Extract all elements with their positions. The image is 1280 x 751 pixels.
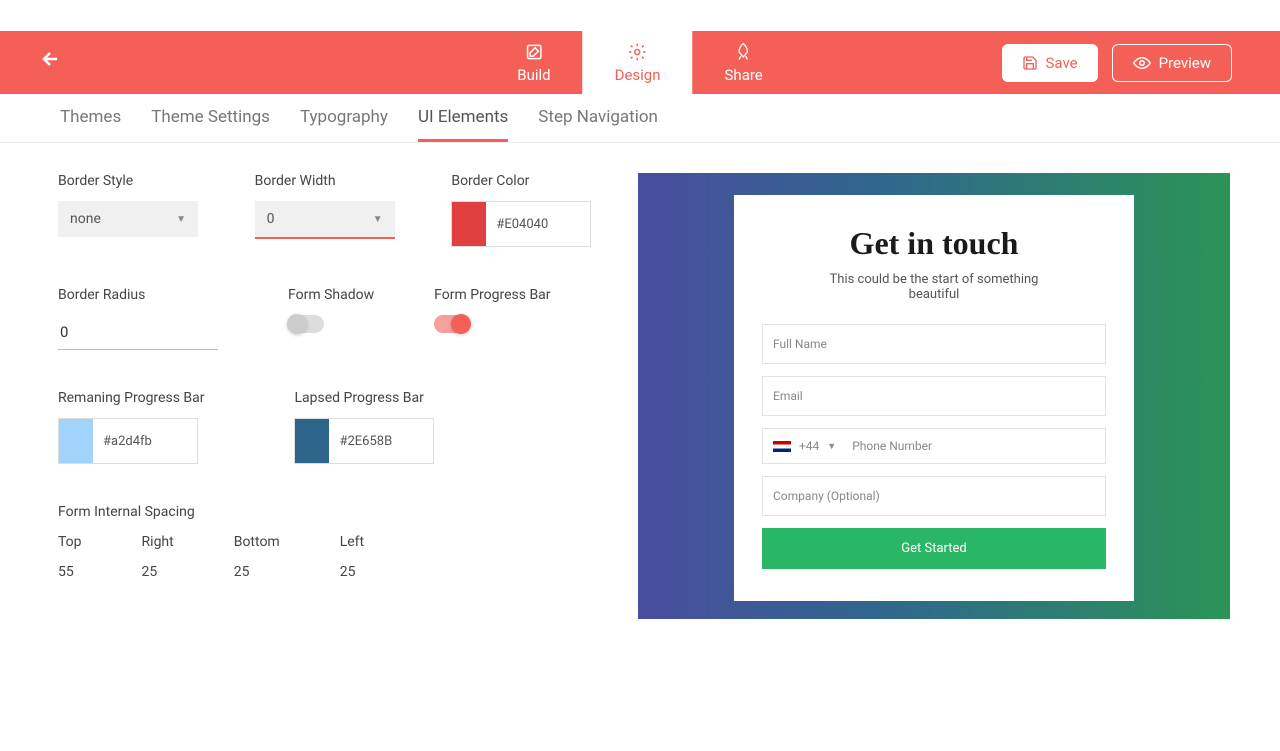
spacing-top-value[interactable]: 55	[58, 564, 82, 580]
form-progress-toggle[interactable]	[434, 315, 470, 333]
lapsed-hex: #2E658B	[329, 434, 402, 449]
border-radius-label: Border Radius	[58, 287, 228, 303]
spacing-bottom-label: Bottom	[234, 534, 280, 550]
email-field[interactable]: Email	[762, 376, 1106, 416]
form-preview: Get in touch This could be the start of …	[638, 173, 1230, 619]
preview-label: Preview	[1159, 54, 1211, 72]
chevron-down-icon: ▼	[827, 441, 836, 452]
tab-design[interactable]: Design	[583, 31, 693, 94]
form-shadow-toggle[interactable]	[288, 315, 324, 333]
save-label: Save	[1046, 54, 1078, 72]
phone-placeholder: Phone Number	[852, 439, 932, 453]
form-title: Get in touch	[762, 225, 1106, 262]
back-button[interactable]	[40, 47, 68, 78]
top-actions: Save Preview	[1002, 44, 1233, 82]
get-started-button[interactable]: Get Started	[762, 528, 1106, 569]
content: Border Style none ▼ Border Width 0 ▼ Bor…	[0, 143, 1280, 619]
spacing-title: Form Internal Spacing	[58, 504, 618, 520]
spacing-right-label: Right	[142, 534, 174, 550]
lapsed-color-field[interactable]: #2E658B	[294, 418, 434, 464]
eye-icon	[1133, 54, 1151, 72]
lapsed-swatch	[295, 419, 329, 463]
dial-code: +44	[799, 439, 819, 453]
tab-build-label: Build	[517, 66, 550, 84]
remaining-color-field[interactable]: #a2d4fb	[58, 418, 198, 464]
remaining-progress-label: Remaning Progress Bar	[58, 390, 204, 406]
company-field[interactable]: Company (Optional)	[762, 476, 1106, 516]
chevron-down-icon: ▼	[373, 214, 383, 225]
border-color-hex: #E04040	[486, 217, 558, 232]
remaining-swatch	[59, 419, 93, 463]
form-progress-label: Form Progress Bar	[434, 287, 550, 303]
subtab-ui-elements[interactable]: UI Elements	[418, 107, 508, 142]
border-style-value: none	[70, 211, 101, 227]
spacing-bottom-value[interactable]: 25	[234, 564, 280, 580]
subtab-theme-settings[interactable]: Theme Settings	[151, 107, 270, 142]
border-width-select[interactable]: 0 ▼	[255, 201, 395, 239]
save-button[interactable]: Save	[1002, 44, 1098, 82]
top-bar: Build Design Share Save Preview	[0, 31, 1280, 94]
fullname-field[interactable]: Full Name	[762, 324, 1106, 364]
form-subtitle: This could be the start of something bea…	[824, 272, 1044, 302]
flag-icon	[773, 441, 791, 452]
edit-icon	[524, 42, 544, 62]
subtab-themes[interactable]: Themes	[60, 107, 121, 142]
subtab-step-navigation[interactable]: Step Navigation	[538, 107, 658, 142]
spacing-left-value[interactable]: 25	[340, 564, 364, 580]
preview-canvas: Get in touch This could be the start of …	[638, 173, 1230, 619]
preview-button[interactable]: Preview	[1112, 44, 1232, 82]
form-shadow-label: Form Shadow	[288, 287, 374, 303]
top-tabs: Build Design Share	[485, 31, 795, 94]
tab-share[interactable]: Share	[693, 31, 795, 94]
rocket-icon	[734, 42, 754, 62]
spacing-left-label: Left	[340, 534, 364, 550]
settings-panel: Border Style none ▼ Border Width 0 ▼ Bor…	[58, 173, 618, 619]
gear-icon	[628, 42, 648, 62]
spacing-top-label: Top	[58, 534, 82, 550]
spacing-right-value[interactable]: 25	[142, 564, 174, 580]
border-color-field[interactable]: #E04040	[451, 201, 591, 247]
border-style-select[interactable]: none ▼	[58, 201, 198, 237]
tab-design-label: Design	[615, 66, 661, 84]
tab-build[interactable]: Build	[485, 31, 582, 94]
form-card: Get in touch This could be the start of …	[734, 195, 1134, 601]
chevron-down-icon: ▼	[176, 214, 186, 225]
tab-share-label: Share	[725, 66, 763, 84]
subtabs: Themes Theme Settings Typography UI Elem…	[0, 94, 1280, 143]
border-width-label: Border Width	[255, 173, 422, 189]
border-width-value: 0	[267, 211, 275, 227]
border-style-label: Border Style	[58, 173, 225, 189]
phone-field[interactable]: +44 ▼ Phone Number	[762, 428, 1106, 464]
remaining-hex: #a2d4fb	[93, 434, 162, 449]
border-color-label: Border Color	[451, 173, 618, 189]
border-radius-input[interactable]	[58, 315, 218, 350]
lapsed-progress-label: Lapsed Progress Bar	[294, 390, 434, 406]
subtab-typography[interactable]: Typography	[300, 107, 388, 142]
border-color-swatch	[452, 202, 486, 246]
save-icon	[1022, 55, 1038, 71]
